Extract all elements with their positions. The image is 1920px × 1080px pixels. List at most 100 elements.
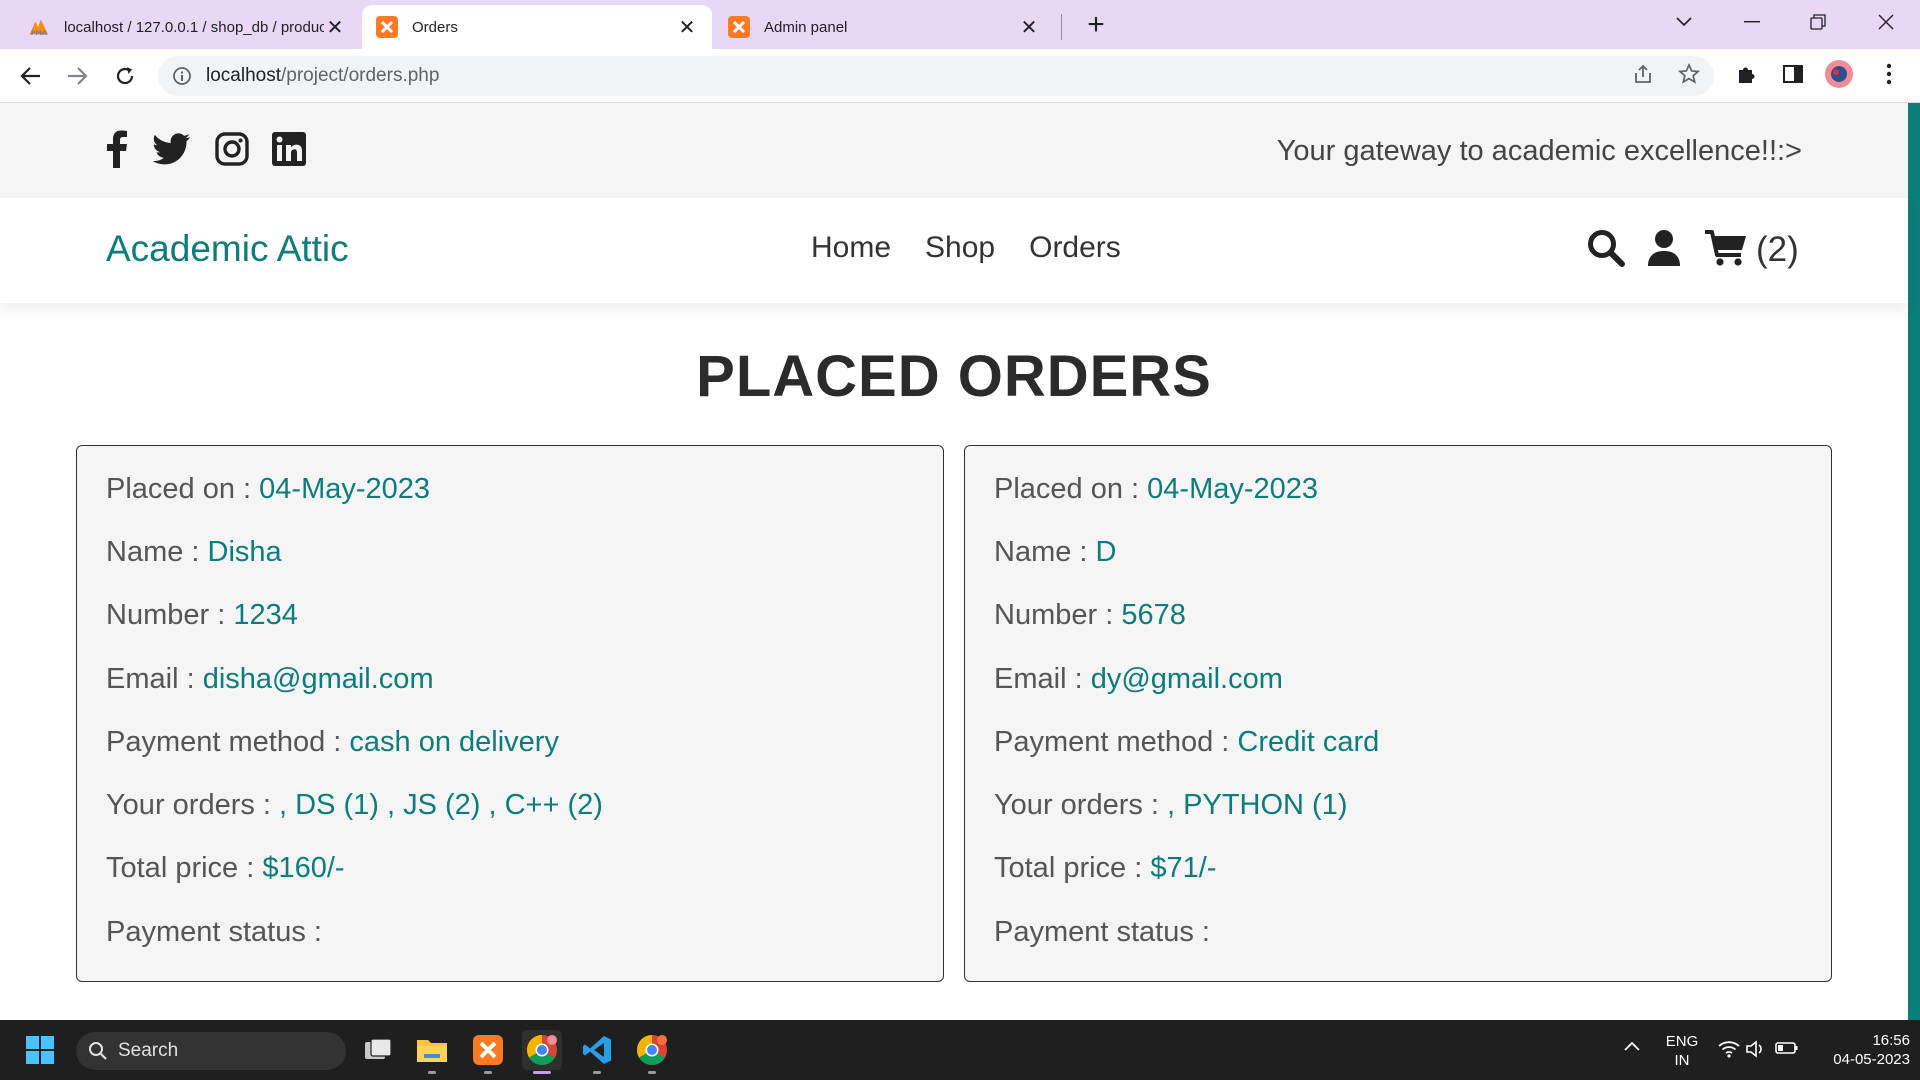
search-icon[interactable] [1584, 226, 1628, 270]
site-header: Academic Attic Home Shop Orders (2) [0, 198, 1908, 303]
your-orders-row: Your orders : , DS (1) , JS (2) , C++ (2… [106, 789, 603, 822]
site-logo[interactable]: Academic Attic [106, 228, 349, 270]
chrome-icon[interactable] [522, 1030, 562, 1074]
tab-title: localhost / 127.0.0.1 / shop_db / produc [64, 18, 324, 36]
your-orders-value: , DS (1) , JS (2) , C++ (2) [279, 789, 603, 821]
field-label: Placed on : [106, 473, 260, 505]
your-orders-value: , PYTHON (1) [1167, 789, 1348, 821]
field-label: Your orders : [106, 789, 280, 821]
minimize-button[interactable] [1724, 0, 1780, 44]
placed-on-value: 04-May-2023 [1147, 473, 1319, 505]
restore-button[interactable] [1790, 0, 1846, 44]
xampp-icon[interactable] [468, 1030, 508, 1074]
clock[interactable]: 16:56 04-05-2023 [1810, 1031, 1910, 1069]
side-panel-icon[interactable] [1776, 57, 1810, 91]
tab-orders[interactable]: Orders ✕ [362, 5, 712, 49]
url-path: /project/orders.php [281, 65, 440, 86]
scrollbar[interactable] [1908, 103, 1920, 1020]
xampp-icon [728, 16, 750, 38]
running-indicator [648, 1071, 656, 1074]
address-bar[interactable]: localhost/project/orders.php [158, 56, 1714, 96]
back-button[interactable] [16, 61, 46, 91]
url-text[interactable]: localhost/project/orders.php [206, 65, 439, 87]
search-label: Search [118, 1040, 179, 1061]
new-tab-button[interactable]: + [1080, 8, 1112, 41]
running-indicator [428, 1071, 436, 1074]
email-value: dy@gmail.com [1090, 663, 1283, 695]
facebook-icon[interactable] [97, 129, 137, 169]
total-price-row: Total price : $71/- [994, 852, 1216, 885]
forward-button[interactable] [62, 61, 92, 91]
payment-status-row: Payment status : [994, 916, 1210, 949]
browser-toolbar: localhost/project/orders.php [0, 49, 1920, 103]
close-icon[interactable]: ✕ [1018, 16, 1040, 39]
twitter-icon[interactable] [152, 129, 192, 169]
active-indicator [533, 1071, 551, 1074]
field-label: Total price : [994, 852, 1151, 884]
task-view-icon[interactable] [358, 1030, 398, 1070]
info-icon[interactable] [172, 66, 192, 86]
browser-tab-bar: PMA localhost / 127.0.0.1 / shop_db / pr… [0, 0, 1920, 49]
clock-date: 04-05-2023 [1833, 1051, 1910, 1068]
placed-on-row: Placed on : 04-May-2023 [994, 473, 1318, 506]
cart-count[interactable]: (2) [1756, 230, 1799, 270]
running-indicator [484, 1071, 492, 1074]
windows-start-icon[interactable] [20, 1030, 60, 1070]
nav-shop[interactable]: Shop [925, 231, 995, 265]
nav-orders[interactable]: Orders [1029, 231, 1121, 265]
windows-taskbar: Search ENG IN 16:56 04-05-2023 [0, 1020, 1920, 1080]
tab-admin-panel[interactable]: Admin panel ✕ [714, 5, 1054, 49]
your-orders-row: Your orders : , PYTHON (1) [994, 789, 1348, 822]
bookmark-star-icon[interactable] [1672, 57, 1706, 91]
total-price-value: $160/- [262, 852, 345, 884]
cart-icon[interactable] [1704, 226, 1748, 270]
tab-search-button[interactable] [1656, 0, 1712, 44]
taskbar-search[interactable]: Search [76, 1032, 346, 1070]
vscode-icon[interactable] [577, 1030, 617, 1074]
instagram-icon[interactable] [212, 129, 252, 169]
user-icon[interactable] [1642, 226, 1686, 270]
volume-icon[interactable] [1744, 1040, 1768, 1063]
order-card: Placed on : 04-May-2023 Name : D Number … [964, 445, 1832, 982]
tab-separator [1061, 14, 1062, 40]
site-tagline: Your gateway to academic excellence!!:> [1276, 135, 1802, 167]
field-label: Email : [106, 663, 203, 695]
field-label: Payment method : [106, 726, 350, 758]
svg-text:PMA: PMA [31, 29, 47, 37]
placed-on-row: Placed on : 04-May-2023 [106, 473, 430, 506]
field-label: Payment method : [994, 726, 1238, 758]
file-explorer-icon[interactable] [412, 1030, 452, 1074]
email-value: disha@gmail.com [202, 663, 434, 695]
placed-on-value: 04-May-2023 [259, 473, 431, 505]
battery-icon[interactable] [1774, 1040, 1800, 1061]
reload-button[interactable] [110, 61, 140, 91]
field-label: Payment status : [106, 916, 322, 948]
share-icon[interactable] [1626, 57, 1660, 91]
language-indicator[interactable]: ENG IN [1664, 1032, 1700, 1070]
email-row: Email : disha@gmail.com [106, 663, 434, 696]
field-label: Name : [106, 536, 208, 568]
wifi-icon[interactable] [1716, 1040, 1742, 1063]
nav-home[interactable]: Home [811, 231, 891, 265]
web-page: Your gateway to academic excellence!!:> … [0, 103, 1920, 1020]
clock-time: 16:56 [1872, 1032, 1910, 1049]
extensions-puzzle-icon[interactable] [1730, 57, 1764, 91]
top-info-bar: Your gateway to academic excellence!!:> [0, 103, 1908, 198]
payment-method-row: Payment method : Credit card [994, 726, 1379, 759]
chevron-up-icon[interactable] [1620, 1038, 1644, 1057]
number-row: Number : 5678 [994, 599, 1186, 632]
xampp-icon [376, 16, 398, 38]
profile-avatar[interactable] [1822, 57, 1856, 91]
chrome-profile-icon[interactable] [632, 1030, 672, 1074]
tab-phpmyadmin[interactable]: PMA localhost / 127.0.0.1 / shop_db / pr… [14, 5, 360, 49]
field-label: Your orders : [994, 789, 1168, 821]
browser-menu-icon[interactable] [1872, 57, 1906, 91]
linkedin-icon[interactable] [269, 129, 309, 169]
field-label: Placed on : [994, 473, 1148, 505]
total-price-value: $71/- [1150, 852, 1217, 884]
close-icon[interactable]: ✕ [676, 16, 698, 39]
search-icon [88, 1041, 108, 1061]
close-icon[interactable]: ✕ [324, 16, 346, 39]
close-window-button[interactable] [1858, 0, 1914, 44]
field-label: Number : [994, 599, 1122, 631]
